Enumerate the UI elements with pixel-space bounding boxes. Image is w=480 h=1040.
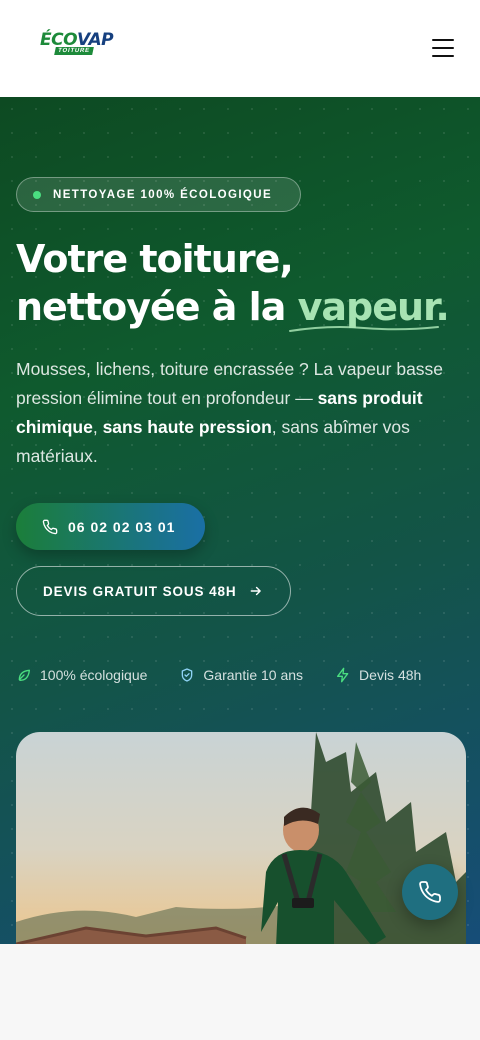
badge-label: NETTOYAGE 100% ÉCOLOGIQUE [53,188,273,201]
call-phone-button[interactable]: 06 02 02 03 01 [16,503,205,550]
ecovap-logo[interactable]: ÉCO VAP TOITURE [40,30,114,58]
free-quote-button[interactable]: DEVIS GRATUIT SOUS 48H [16,566,291,616]
hero-title: Votre toiture, nettoyée à la vapeur. [16,235,466,331]
feature-quote: Devis 48h [335,667,421,683]
phone-icon [42,519,58,534]
hamburger-menu-icon[interactable] [430,36,456,60]
title-underline-decoration [289,326,439,332]
photo-illustration [16,732,466,944]
feature-quote-label: Devis 48h [359,667,422,683]
logo-toiture-text: TOITURE [54,47,94,55]
shield-check-icon [182,668,193,682]
hero-title-line2: nettoyée à la [16,285,298,329]
worker-in-harness-photo [16,732,466,944]
hero-section: NETTOYAGE 100% ÉCOLOGIQUE Votre toiture,… [0,97,480,944]
feature-guarantee: Garantie 10 ans [179,667,303,683]
arrow-right-icon [250,586,261,596]
site-header: ÉCO VAP TOITURE [0,0,480,97]
phone-number-label: 06 02 02 03 01 [68,518,176,535]
status-dot [33,190,41,199]
feature-eco-label: 100% écologique [40,667,148,683]
floating-call-button[interactable] [402,864,458,920]
feature-eco: 100% écologique [16,667,147,683]
desc-bold2: sans haute pression [102,417,272,437]
eco-badge: NETTOYAGE 100% ÉCOLOGIQUE [16,177,301,212]
feature-guarantee-label: Garantie 10 ans [203,667,304,683]
feature-list: 100% écologique Garantie 10 ans Devis 48… [16,665,453,685]
lightning-icon [337,667,349,683]
hero-title-line1: Votre toiture, [16,237,294,281]
leaf-icon [18,669,30,681]
quote-button-label: DEVIS GRATUIT SOUS 48H [43,583,237,599]
hero-description: Mousses, lichens, toiture encrassée ? La… [16,355,466,471]
desc-sep: , [92,417,103,437]
phone-icon [419,881,441,903]
